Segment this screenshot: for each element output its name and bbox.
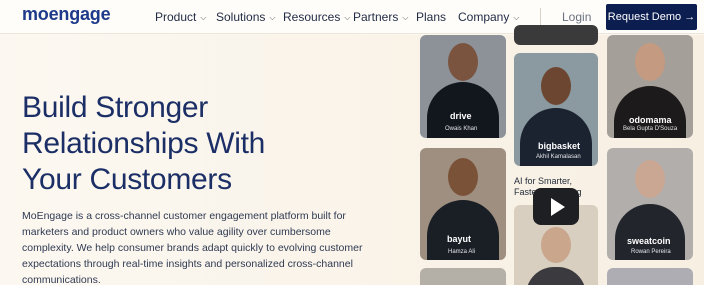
- hero-description-line: complexity. We help consumer brands adap…: [22, 242, 363, 254]
- nav-item-label: Resources: [283, 10, 341, 24]
- nav-item-partners[interactable]: Partners ⌵: [353, 10, 408, 24]
- moengage-logo[interactable]: moengage: [22, 4, 111, 25]
- person-photo: [635, 160, 665, 198]
- login-link[interactable]: Login: [562, 10, 591, 24]
- testimonial-card[interactable]: drive Owais Khan: [420, 35, 506, 138]
- nav-item-company[interactable]: Company ⌵: [458, 10, 519, 24]
- company-logo: sweatcoin: [627, 236, 671, 246]
- hero-title-line: Your Customers: [22, 163, 232, 196]
- nav-divider: [540, 8, 541, 26]
- video-caption-line: AI for Smarter,: [514, 176, 573, 186]
- hero-description-line: communications.: [22, 274, 101, 285]
- play-icon: [550, 197, 565, 216]
- request-demo-button[interactable]: Request Demo →: [606, 4, 697, 30]
- play-video-button[interactable]: [533, 188, 579, 225]
- nav-item-label: Plans: [416, 10, 447, 24]
- person-photo: [526, 267, 586, 285]
- nav-item-label: Company: [458, 10, 510, 24]
- chevron-down-icon: ⌵: [269, 13, 276, 22]
- company-logo: drive: [450, 111, 472, 121]
- testimonial-card[interactable]: sweatcoin Rowan Pereira: [607, 148, 693, 260]
- nav-item-plans[interactable]: Plans: [416, 10, 446, 24]
- person-photo: [448, 158, 478, 196]
- person-name: Rowan Pereira: [631, 249, 671, 255]
- nav-item-label: Solutions: [216, 10, 266, 24]
- chevron-down-icon: ⌵: [344, 13, 351, 22]
- chevron-down-icon: ⌵: [402, 13, 409, 22]
- hero-title-line: Build Stronger: [22, 91, 208, 124]
- nav-item-label: Partners: [353, 10, 399, 24]
- hero-title: Build Stronger Relationships With Your C…: [22, 90, 352, 198]
- person-name: Akhil Kamalasan: [536, 154, 581, 160]
- hero-description-line: MoEngage is a cross-channel customer eng…: [22, 210, 346, 222]
- company-logo: odomama: [629, 115, 672, 125]
- hero-description-line: marketers and product owners who value a…: [22, 226, 331, 238]
- testimonial-card[interactable]: bigbasket Akhil Kamalasan: [514, 53, 598, 166]
- company-logo: bigbasket: [538, 141, 581, 151]
- testimonial-card[interactable]: [514, 25, 598, 45]
- nav-item-resources[interactable]: Resources ⌵: [283, 10, 350, 24]
- chevron-down-icon: ⌵: [513, 13, 520, 22]
- hero-description-line: expectations through real-time insights …: [22, 258, 353, 270]
- testimonial-card[interactable]: [420, 268, 506, 285]
- top-navigation-bar: moengage Product ⌵ Solutions ⌵ Resources ⌵ …: [0, 0, 704, 34]
- testimonial-card[interactable]: odomama Bela Gupta D'Souza: [607, 35, 693, 138]
- person-name: Bela Gupta D'Souza: [623, 126, 678, 132]
- person-name: Hamza Ali: [448, 249, 476, 255]
- hero-description: MoEngage is a cross-channel customer eng…: [22, 208, 363, 285]
- person-name: Owais Khan: [445, 126, 478, 132]
- person-photo: [448, 43, 478, 81]
- person-photo: [541, 227, 571, 263]
- nav-item-product[interactable]: Product ⌵: [155, 10, 206, 24]
- hero-title-line: Relationships With: [22, 127, 266, 160]
- nav-item-solutions[interactable]: Solutions ⌵: [216, 10, 275, 24]
- person-photo: [635, 43, 665, 81]
- nav-item-label: Product: [155, 10, 197, 24]
- testimonial-card[interactable]: [607, 268, 693, 285]
- company-logo: bayut: [447, 234, 472, 244]
- chevron-down-icon: ⌵: [200, 13, 207, 22]
- person-photo: [541, 67, 571, 105]
- testimonial-card[interactable]: bayut Hamza Ali: [420, 148, 506, 260]
